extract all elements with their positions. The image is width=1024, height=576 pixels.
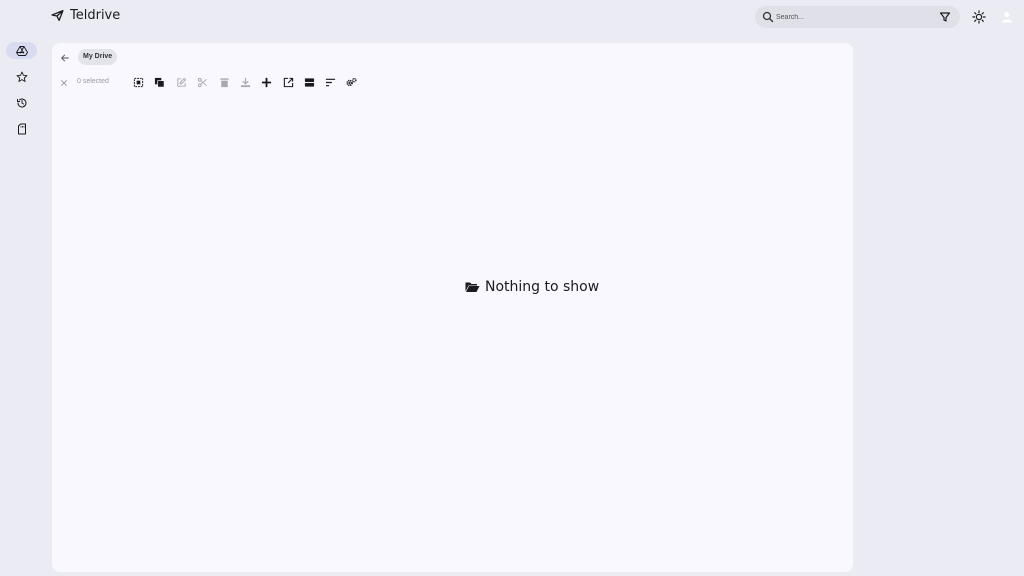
copy-button[interactable] [154, 77, 165, 88]
delete-button[interactable] [219, 77, 230, 88]
back-arrow-icon[interactable] [60, 53, 70, 63]
search-bar[interactable] [755, 6, 960, 28]
download-icon [240, 77, 251, 88]
search-input[interactable] [776, 9, 936, 25]
top-bar: Teldrive [0, 0, 1024, 36]
select-all-icon [133, 77, 144, 88]
empty-state-message: Nothing to show [485, 279, 600, 295]
drive-icon [15, 45, 28, 56]
breadcrumb-my-drive[interactable]: My Drive [78, 49, 118, 65]
select-all-button[interactable] [133, 77, 144, 88]
add-icon [261, 77, 272, 88]
avatar-icon[interactable] [1001, 11, 1013, 23]
empty-state: Nothing to show [465, 279, 599, 295]
download-button[interactable] [240, 77, 251, 88]
sort-button[interactable] [325, 77, 336, 88]
sort-icon [325, 78, 336, 87]
settings-button[interactable] [346, 77, 357, 88]
paper-plane-icon [51, 9, 64, 22]
sidebar-item-recent[interactable] [6, 94, 37, 111]
cut-icon [197, 77, 207, 88]
filter-icon[interactable] [939, 11, 951, 23]
sidebar-item-my-drive[interactable] [6, 42, 37, 59]
star-icon [16, 71, 27, 82]
history-icon [16, 98, 26, 108]
cut-button[interactable] [197, 77, 208, 88]
settings-icon [346, 77, 357, 87]
clear-selection-icon[interactable] [60, 79, 68, 87]
rename-button[interactable] [176, 77, 187, 88]
view-mode-button[interactable] [304, 77, 315, 88]
sidebar-item-starred[interactable] [6, 68, 37, 85]
open-external-button[interactable] [283, 77, 294, 88]
add-button[interactable] [261, 77, 272, 88]
app-title: Teldrive [70, 8, 121, 23]
light-mode-icon[interactable] [972, 10, 986, 24]
folder-open-icon [465, 282, 480, 292]
sidebar-item-storage[interactable] [6, 120, 37, 137]
brand[interactable]: Teldrive [51, 8, 120, 23]
delete-icon [220, 78, 229, 88]
search-icon[interactable] [762, 11, 774, 23]
open-external-icon [283, 77, 294, 88]
view-mode-icon [304, 78, 315, 87]
selection-count: 0 selected [77, 78, 109, 85]
sd-card-icon [17, 123, 26, 134]
copy-icon [154, 77, 165, 88]
file-browser-panel: My Drive 0 selected Nothing to show [52, 43, 853, 572]
rename-icon [177, 77, 187, 87]
